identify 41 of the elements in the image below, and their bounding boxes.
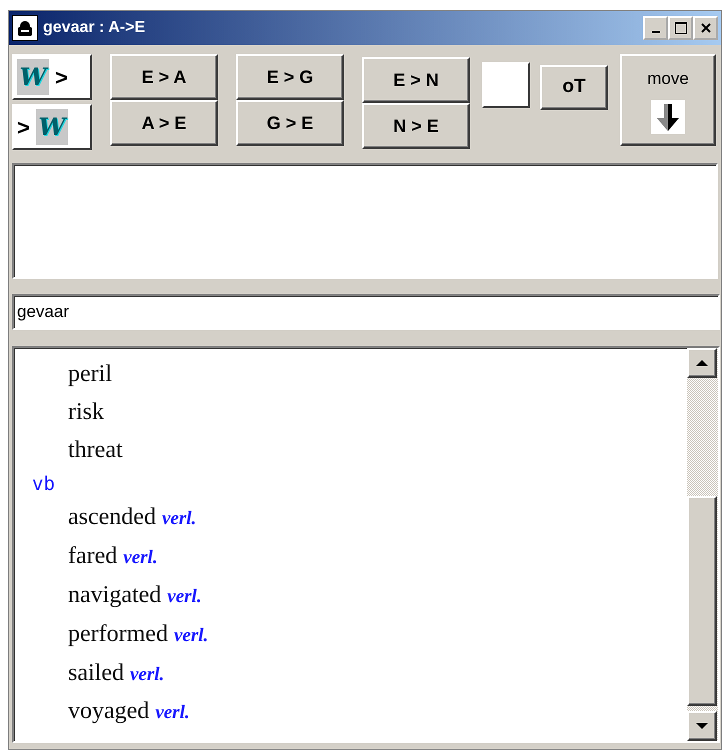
direction-button[interactable]: > W xyxy=(12,104,92,150)
move-button[interactable]: move xyxy=(620,54,716,146)
window-title: gevaar : A->E xyxy=(43,18,146,38)
maximize-icon xyxy=(674,21,688,35)
close-icon xyxy=(700,22,712,34)
blank-button[interactable] xyxy=(482,62,530,108)
up-arrow-icon xyxy=(696,359,708,367)
maximize-button[interactable] xyxy=(668,16,693,40)
scroll-thumb[interactable] xyxy=(687,496,717,706)
search-field[interactable]: gevaar xyxy=(12,294,720,330)
word-tag: verl. xyxy=(130,664,164,685)
language-button[interactable]: E > G xyxy=(236,54,344,100)
result-term[interactable]: threat xyxy=(68,436,123,463)
result-term[interactable]: risk xyxy=(68,398,104,425)
word-tag: verl. xyxy=(167,586,202,607)
result-term[interactable]: ascended xyxy=(68,504,156,530)
result-term[interactable]: sailed xyxy=(68,660,124,686)
minimize-button[interactable] xyxy=(643,16,668,40)
word-tag: verl. xyxy=(155,702,190,724)
word-tag: verl. xyxy=(162,508,196,530)
direction-button[interactable]: W > xyxy=(12,54,92,100)
result-term[interactable]: navigated xyxy=(68,582,162,608)
result-term[interactable]: fared xyxy=(68,543,118,570)
scroll-down-button[interactable] xyxy=(687,711,717,741)
result-term[interactable]: peril xyxy=(68,361,112,387)
language-button[interactable]: N > E xyxy=(362,103,470,149)
minimize-icon xyxy=(652,31,660,33)
language-button[interactable]: E > A xyxy=(110,54,218,100)
ot-button[interactable]: oT xyxy=(540,65,608,110)
scroll-up-button[interactable] xyxy=(687,348,717,378)
language-button[interactable]: A > E xyxy=(110,100,218,146)
result-term[interactable]: voyaged xyxy=(68,698,150,724)
part-of-speech: vb xyxy=(32,473,55,496)
result-term[interactable]: performed xyxy=(68,620,168,647)
close-button[interactable] xyxy=(693,16,718,40)
word-tag: verl. xyxy=(123,547,158,568)
app-icon xyxy=(12,15,38,41)
language-button[interactable]: G > E xyxy=(236,100,344,146)
language-button[interactable]: E > N xyxy=(362,57,470,103)
down-arrow-icon xyxy=(696,722,708,730)
word-tag: verl. xyxy=(174,624,208,646)
